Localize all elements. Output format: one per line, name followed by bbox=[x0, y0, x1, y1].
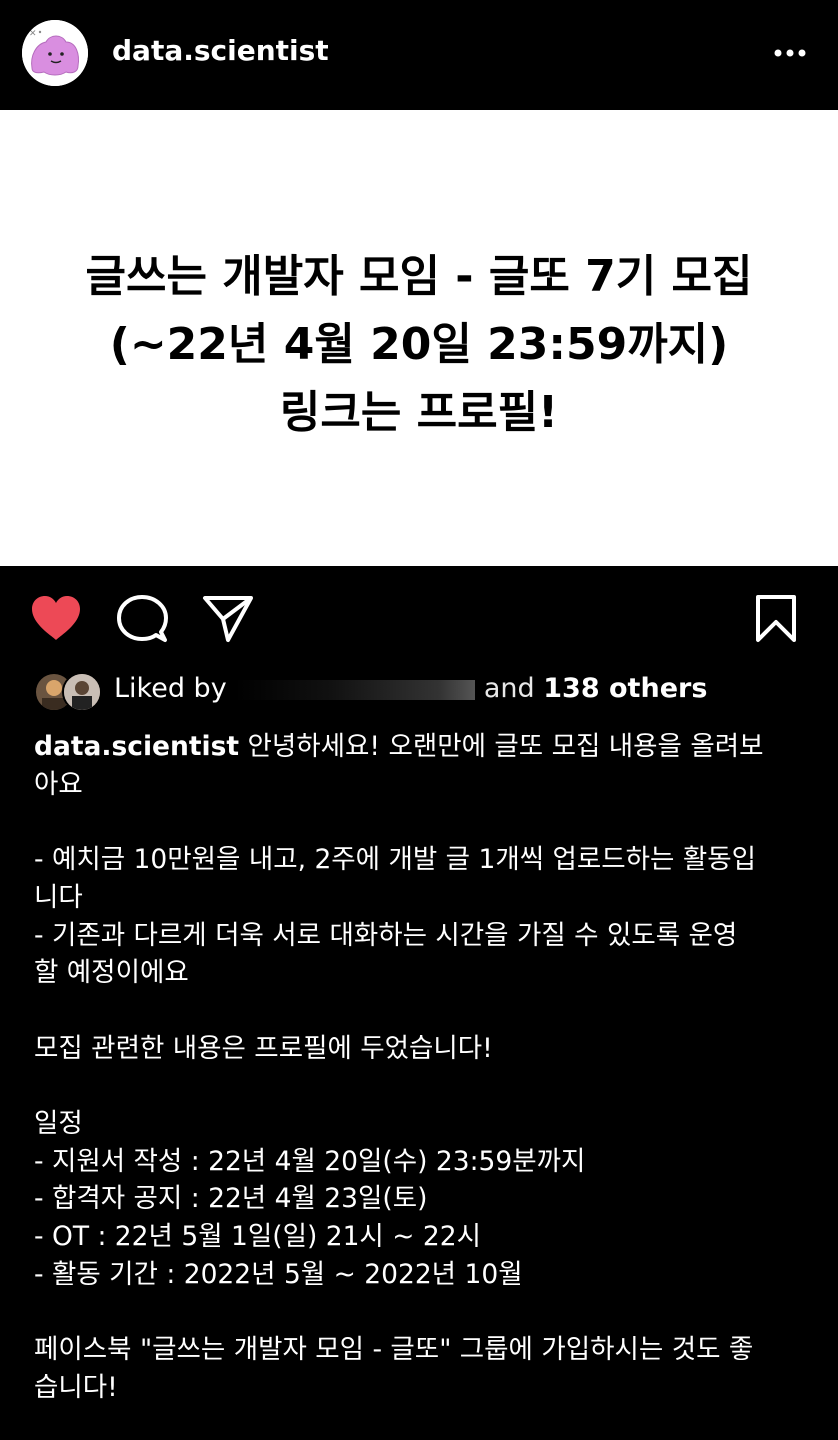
post-image[interactable]: 글쓰는 개발자 모임 - 글또 7기 모집 (~22년 4월 20일 23:59… bbox=[0, 110, 838, 566]
likes-and-label: and bbox=[483, 673, 535, 704]
username-link[interactable]: data.scientist bbox=[112, 34, 329, 67]
likes-summary[interactable]: Liked by and 138 others bbox=[34, 668, 814, 712]
like-button[interactable] bbox=[30, 594, 82, 646]
likes-text: Liked by and 138 others bbox=[114, 673, 707, 704]
caption-username[interactable]: data.scientist bbox=[34, 731, 239, 762]
liker-avatar bbox=[62, 672, 102, 712]
likes-count[interactable]: 138 others bbox=[543, 673, 707, 704]
share-button[interactable] bbox=[202, 594, 254, 648]
liked-by-label: Liked by bbox=[114, 673, 227, 704]
more-options-icon bbox=[774, 49, 806, 57]
save-button[interactable] bbox=[754, 594, 798, 648]
comment-icon bbox=[117, 595, 168, 642]
post-image-title: 글쓰는 개발자 모임 - 글또 7기 모집 bbox=[85, 251, 753, 302]
comment-button[interactable] bbox=[116, 594, 168, 648]
action-bar bbox=[0, 566, 838, 676]
bookmark-icon bbox=[756, 595, 796, 642]
send-icon bbox=[203, 596, 253, 642]
post-image-deadline: (~22년 4월 20일 23:59까지) bbox=[109, 319, 729, 370]
post-caption: data.scientist 안녕하세요! 오랜만에 글또 모집 내용을 올려보… bbox=[34, 728, 814, 1407]
post-image-link-note: 링크는 프로필! bbox=[279, 387, 559, 438]
redacted-username bbox=[235, 679, 476, 700]
ditto-avatar-icon: ✕ bbox=[22, 20, 88, 86]
more-options-button[interactable] bbox=[772, 38, 812, 68]
heart-filled-icon bbox=[32, 596, 80, 640]
post-header: ✕ data.scientist bbox=[0, 0, 838, 110]
caption-text: 안녕하세요! 오랜만에 글또 모집 내용을 올려보 아요 - 예치금 10만원을… bbox=[34, 731, 764, 1403]
profile-avatar[interactable]: ✕ bbox=[22, 20, 88, 86]
svg-text:✕: ✕ bbox=[29, 29, 37, 39]
